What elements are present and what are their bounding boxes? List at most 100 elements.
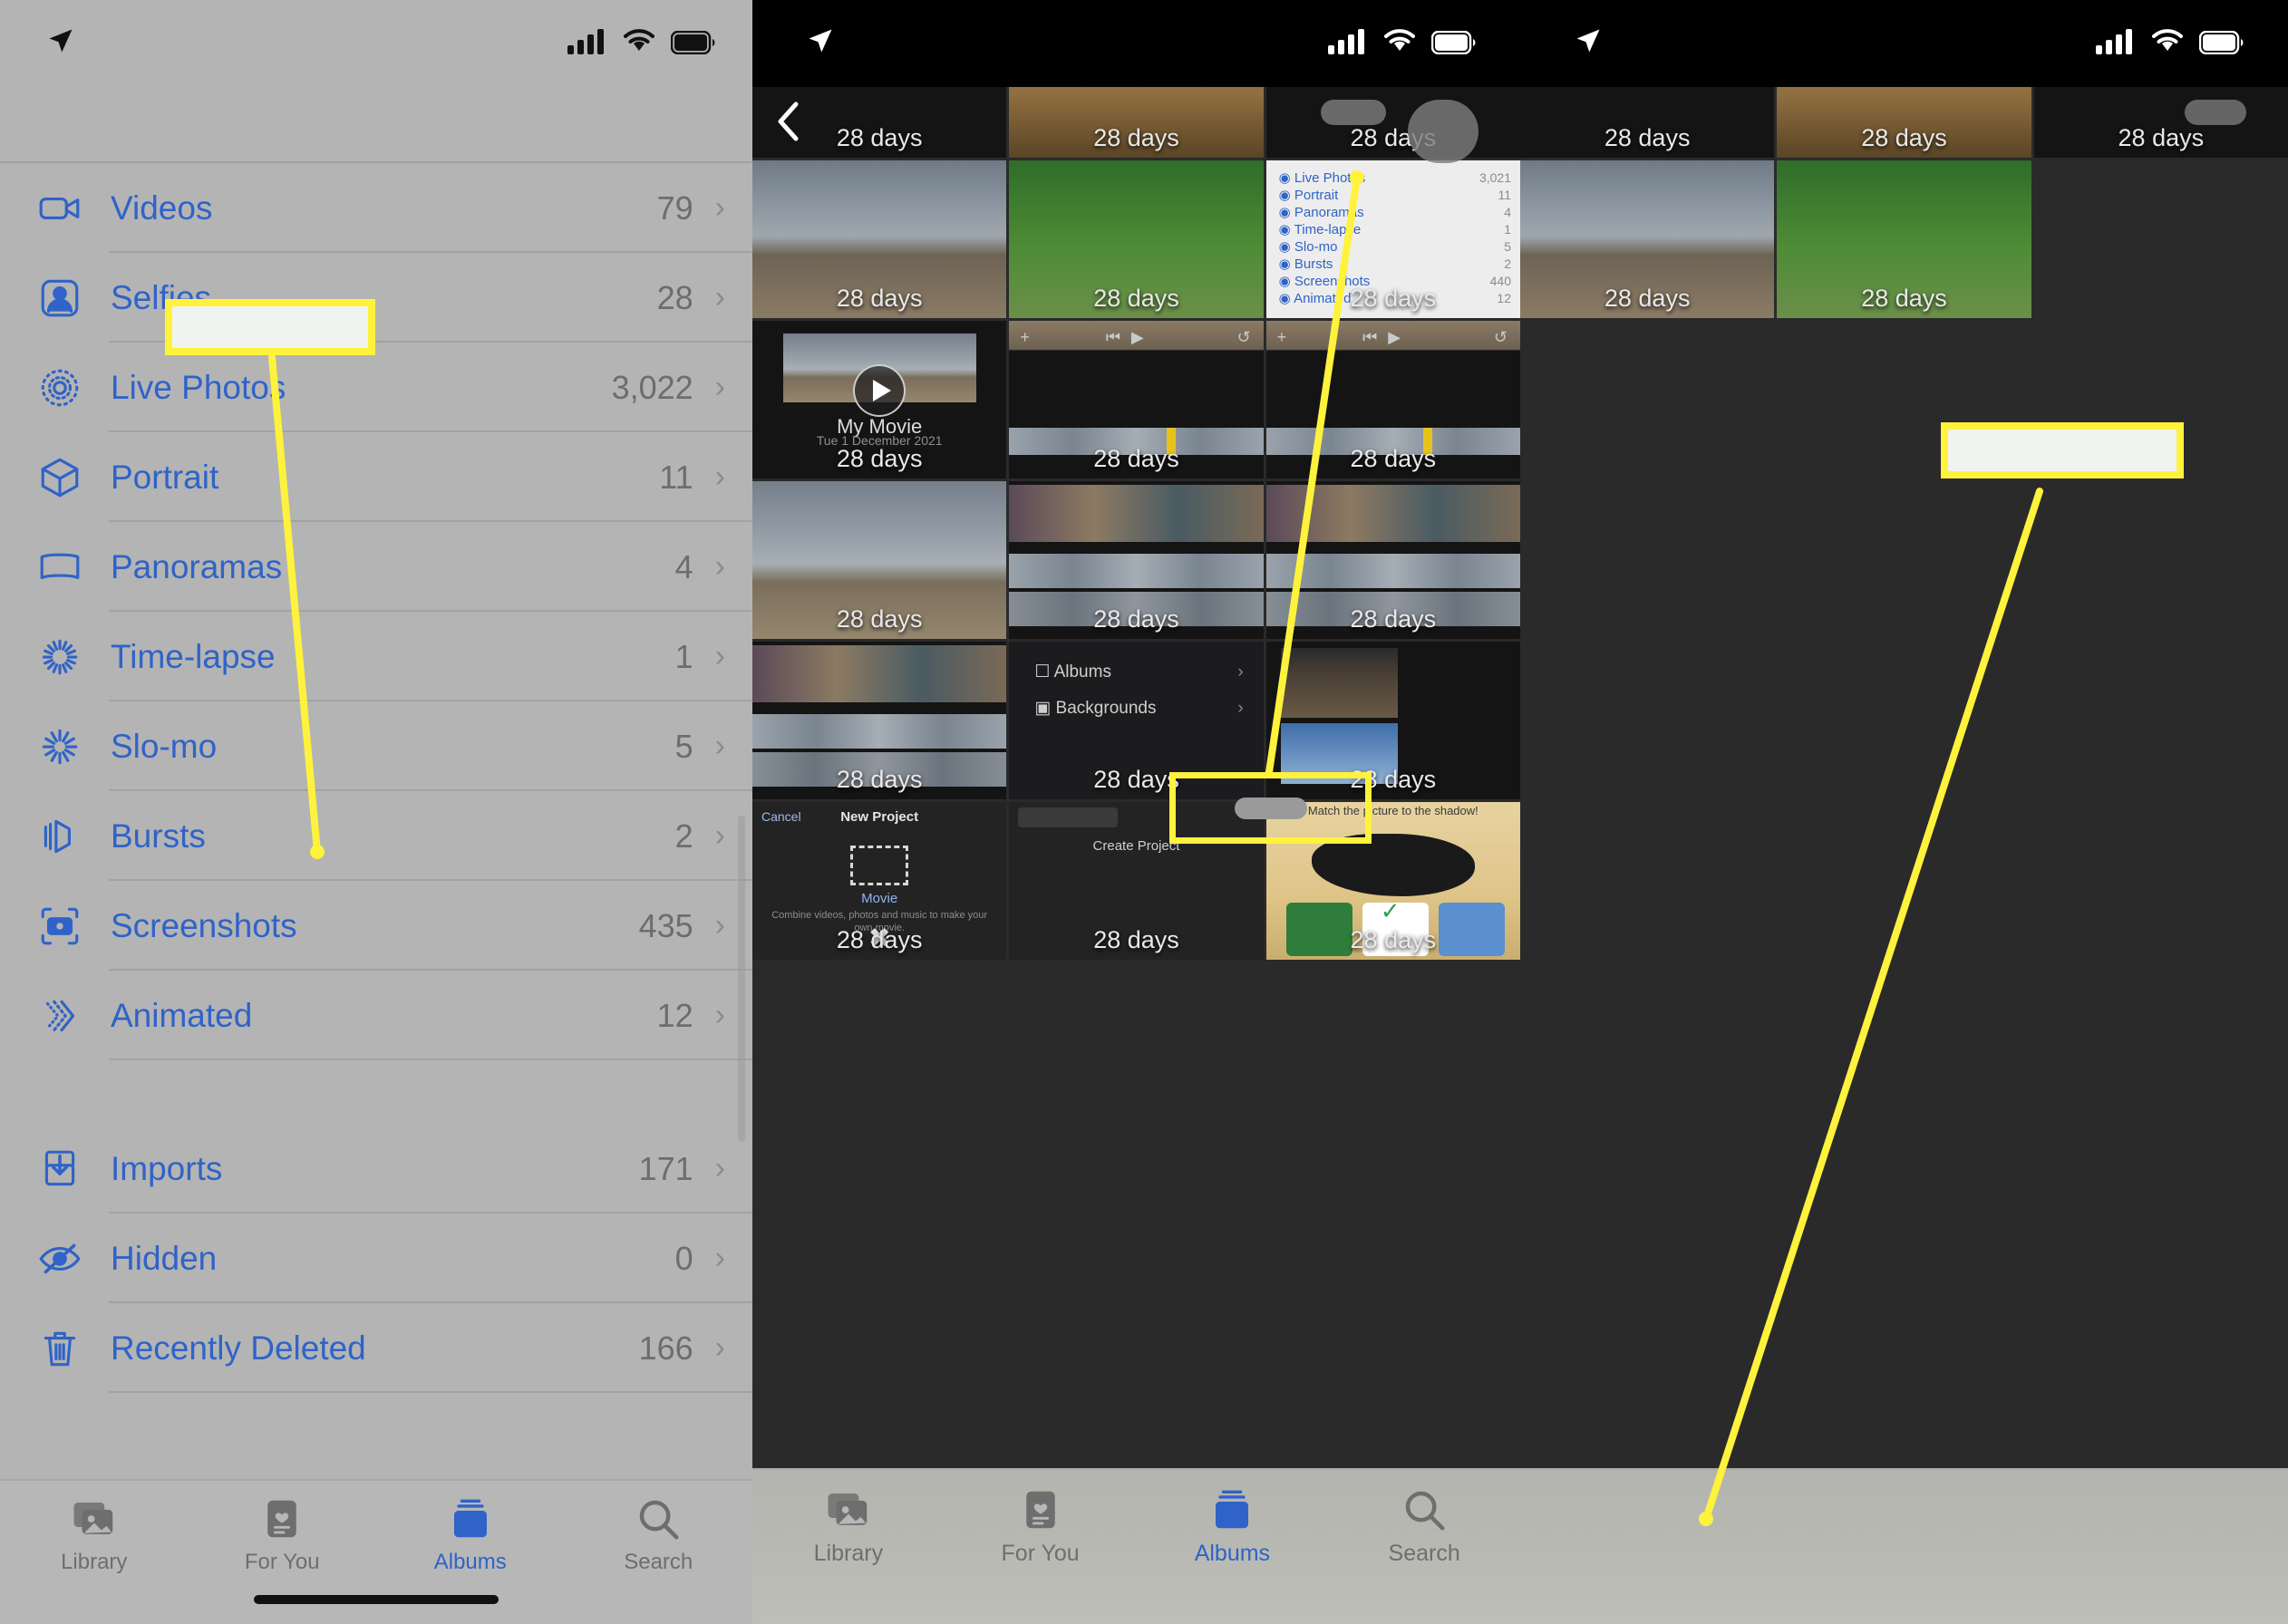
album-row-live-photos[interactable]: Live Photos 3,022 › [0, 343, 752, 432]
selfie-person-icon [36, 275, 83, 322]
for-you-card-icon [945, 1484, 1137, 1535]
chevron-right-icon: › [714, 549, 725, 584]
photo-grid-mid: 28 days 28 days 28 days 28 days 28 days ◉ Liv… [752, 0, 1520, 1624]
row-label: Screenshots [111, 906, 297, 944]
tab-mid-albums[interactable]: Albums [1137, 1484, 1329, 1567]
photo-grid-cell[interactable]: 28 days [752, 642, 1007, 799]
utility-row-imports[interactable]: Imports 171 › [0, 1124, 752, 1213]
battery-icon [1430, 24, 1477, 63]
status-bar-left [0, 0, 752, 87]
utilities-list: Imports 171 › Hidden 0 › Recently Deleted 166 › [0, 1124, 752, 1393]
import-download-icon [36, 1146, 83, 1193]
selection-toolbar [1520, 1468, 2288, 1624]
album-row-screenshots[interactable]: Screenshots 435 › [0, 881, 752, 971]
row-count: 2 [674, 817, 693, 855]
row-label: Imports [111, 1149, 223, 1187]
tab-library[interactable]: Library [0, 1494, 189, 1575]
photo-grid-cell[interactable]: + ▶ ⏮ ↺ 28 days [1009, 321, 1264, 478]
screenshots-camera-icon [36, 903, 83, 950]
live-photo-icon [36, 364, 83, 411]
days-remaining-label: 28 days [1604, 285, 1691, 312]
vertical-scrollbar[interactable] [738, 816, 745, 1142]
tab-mid-search[interactable]: Search [1328, 1484, 1520, 1567]
status-bar-mid [752, 0, 1520, 87]
nav-bar-albums [0, 87, 752, 163]
photo-grid-cell[interactable]: + ▶ ⏮ ↺ 28 days [1265, 321, 1520, 478]
panorama-icon [36, 544, 83, 591]
row-label: Time-lapse [111, 637, 276, 675]
row-label: Bursts [111, 817, 206, 855]
chevron-right-icon: › [714, 1330, 725, 1365]
time-lapse-icon [36, 633, 83, 681]
row-label: Recently Deleted [111, 1329, 366, 1367]
row-count: 3,022 [611, 368, 693, 406]
days-remaining-label: 28 days [1093, 926, 1179, 953]
row-label: Videos [111, 188, 213, 227]
chevron-right-icon: › [714, 1241, 725, 1275]
location-arrow-icon [1575, 24, 1602, 63]
photo-grid-cell[interactable]: ◉ Live Photos 3,021 ◉ Portrait 11 ◉ Panorama… [1265, 160, 1520, 318]
album-row-time-lapse[interactable]: Time-lapse 1 › [0, 612, 752, 701]
media-types-list: Videos 79 › Selfies 28 › Live Photos 3,022 › Port… [0, 163, 752, 1060]
photo-grid-cell[interactable]: 28 days [1520, 160, 1775, 318]
wifi-icon [1382, 24, 1417, 63]
tab-label: Albums [433, 1550, 507, 1574]
photo-grid-cell[interactable]: Cancel New Project Movie Combine videos,… [752, 802, 1007, 960]
album-row-bursts[interactable]: Bursts 2 › [0, 791, 752, 881]
photo-grid-cell[interactable]: 28 days [752, 160, 1007, 318]
tab-label: Library [813, 1541, 884, 1566]
trash-icon [36, 1325, 83, 1372]
days-remaining-label: 28 days [1861, 124, 1947, 151]
search-icon [565, 1494, 753, 1544]
photo-grid-cell[interactable]: 28 days [1009, 160, 1264, 318]
callout-select-pill [1234, 797, 1307, 819]
photo-grid-cell[interactable]: 28 days [1777, 160, 2031, 318]
photo-grid-cell[interactable]: 28 days [1265, 481, 1520, 639]
location-arrow-icon [47, 24, 74, 63]
row-count: 79 [656, 188, 693, 227]
status-bar-right [1520, 0, 2288, 87]
tab-for-you[interactable]: For You [189, 1494, 377, 1575]
album-row-slo-mo[interactable]: Slo-mo 5 › [0, 701, 752, 791]
albums-stack-icon [1137, 1484, 1329, 1535]
photo-grid-cell[interactable]: 28 days [1009, 481, 1264, 639]
album-row-portrait[interactable]: Portrait 11 › [0, 432, 752, 522]
row-label: Animated [111, 996, 253, 1034]
tab-albums[interactable]: Albums [376, 1494, 565, 1575]
row-count: 1 [674, 637, 693, 675]
animated-icon [36, 992, 83, 1039]
days-remaining-label: 28 days [1350, 445, 1437, 472]
album-row-selfies[interactable]: Selfies 28 › [0, 253, 752, 343]
chevron-right-icon: › [714, 729, 725, 763]
photo-grid-cell[interactable]: My Movie Tue 1 December 2021 28 days [752, 321, 1007, 478]
row-label: Portrait [111, 458, 219, 496]
days-remaining-label: 28 days [836, 124, 923, 151]
album-row-videos[interactable]: Videos 79 › [0, 163, 752, 253]
cellular-bars-icon [2096, 24, 2136, 63]
portrait-cube-icon [36, 454, 83, 501]
panel-albums-list: Videos 79 › Selfies 28 › Live Photos 3,022 › Port… [0, 0, 752, 1624]
chevron-right-icon: › [714, 280, 725, 314]
tab-search[interactable]: Search [565, 1494, 753, 1575]
callout-select [1169, 772, 1372, 844]
chevron-right-icon: › [714, 908, 725, 942]
album-row-panoramas[interactable]: Panoramas 4 › [0, 522, 752, 612]
chevron-right-icon: › [714, 190, 725, 225]
days-remaining-label: 28 days [836, 605, 923, 633]
photo-grid-cell[interactable]: 28 days [752, 481, 1007, 639]
tab-label: For You [1001, 1541, 1080, 1566]
photos-library-icon [0, 1494, 189, 1544]
battery-icon [670, 24, 716, 63]
album-row-animated[interactable]: Animated 12 › [0, 971, 752, 1060]
days-remaining-label: 28 days [836, 445, 923, 472]
row-label: Live Photos [111, 368, 286, 406]
chevron-right-icon: › [714, 459, 725, 494]
panel-recently-deleted-select: 28 days 28 days 28 days 28 days 28 days [1520, 0, 2288, 1624]
utility-row-hidden[interactable]: Hidden 0 › [0, 1213, 752, 1303]
days-remaining-label: 28 days [1861, 285, 1947, 312]
row-count: 11 [659, 458, 693, 496]
tab-mid-library[interactable]: Library [752, 1484, 945, 1567]
home-indicator [254, 1595, 499, 1604]
utility-row-recently-deleted[interactable]: Recently Deleted 166 › [0, 1303, 752, 1393]
tab-mid-for-you[interactable]: For You [945, 1484, 1137, 1567]
